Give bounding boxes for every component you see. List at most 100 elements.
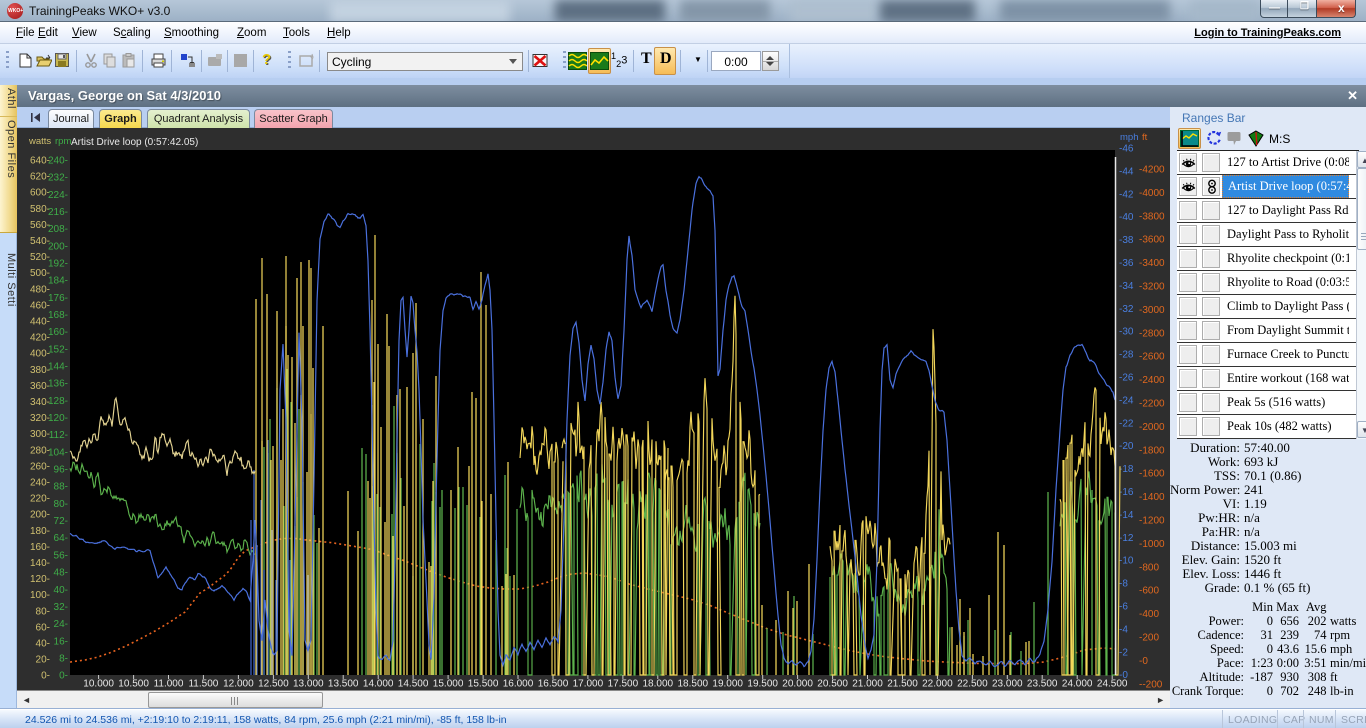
svg-text:22.000: 22.000	[922, 679, 953, 690]
svg-text:120-: 120-	[30, 574, 50, 585]
svg-text:20.000: 20.000	[782, 679, 813, 690]
svg-text:ft: ft	[1142, 132, 1148, 143]
svg-text:mph: mph	[1120, 132, 1138, 143]
svg-text:300-: 300-	[30, 429, 50, 440]
svg-text:184-: 184-	[48, 276, 68, 287]
svg-text:-24: -24	[1119, 395, 1134, 406]
svg-text:15.000: 15.000	[433, 679, 464, 690]
svg-text:208-: 208-	[48, 224, 68, 235]
svg-text:22.500: 22.500	[957, 679, 988, 690]
svg-text:-16: -16	[1119, 487, 1134, 498]
svg-text:168-: 168-	[48, 310, 68, 321]
svg-text:14.000: 14.000	[363, 679, 394, 690]
svg-text:580-: 580-	[30, 204, 50, 215]
svg-text:128-: 128-	[48, 396, 68, 407]
svg-text:-10: -10	[1119, 556, 1134, 567]
svg-text:200-: 200-	[48, 241, 68, 252]
svg-text:13.500: 13.500	[328, 679, 359, 690]
svg-text:40-: 40-	[54, 585, 68, 596]
svg-text:24.000: 24.000	[1062, 679, 1093, 690]
svg-text:0-: 0-	[59, 671, 68, 682]
svg-text:620-: 620-	[30, 172, 50, 183]
svg-text:104-: 104-	[48, 447, 68, 458]
svg-text:0-: 0-	[41, 671, 50, 682]
svg-text:240-: 240-	[48, 156, 68, 167]
svg-text:Artist Drive loop (0:57:42.05): Artist Drive loop (0:57:42.05)	[71, 137, 198, 148]
svg-text:23.000: 23.000	[992, 679, 1023, 690]
svg-text:280-: 280-	[30, 445, 50, 456]
svg-text:20-: 20-	[36, 655, 50, 666]
svg-text:-1800: -1800	[1139, 445, 1165, 456]
svg-text:216-: 216-	[48, 207, 68, 218]
svg-text:-2: -2	[1119, 647, 1128, 658]
svg-text:480-: 480-	[30, 284, 50, 295]
svg-text:240-: 240-	[30, 478, 50, 489]
svg-text:120-: 120-	[48, 413, 68, 424]
svg-text:-3600: -3600	[1139, 235, 1165, 246]
svg-text:rpm: rpm	[55, 136, 71, 147]
svg-text:10.500: 10.500	[118, 679, 149, 690]
svg-text:24.500: 24.500	[1097, 679, 1128, 690]
svg-text:-30: -30	[1119, 327, 1134, 338]
svg-text:-4000: -4000	[1139, 188, 1165, 199]
svg-text:-40: -40	[1119, 212, 1134, 223]
svg-text:14.500: 14.500	[398, 679, 429, 690]
svg-text:232-: 232-	[48, 173, 68, 184]
svg-text:-26: -26	[1119, 373, 1134, 384]
svg-text:-2600: -2600	[1139, 352, 1165, 363]
svg-text:-22: -22	[1119, 418, 1134, 429]
svg-text:-1000: -1000	[1139, 539, 1165, 550]
svg-text:60-: 60-	[36, 622, 50, 633]
svg-text:12.500: 12.500	[258, 679, 289, 690]
svg-text:watts: watts	[28, 136, 51, 147]
svg-text:16-: 16-	[54, 636, 68, 647]
svg-text:420-: 420-	[30, 333, 50, 344]
svg-text:-18: -18	[1119, 464, 1134, 475]
svg-text:220-: 220-	[30, 494, 50, 505]
svg-text:11.000: 11.000	[154, 679, 184, 690]
svg-text:96-: 96-	[54, 465, 68, 476]
svg-text:11.500: 11.500	[188, 679, 218, 690]
svg-text:440-: 440-	[30, 317, 50, 328]
svg-text:-8: -8	[1119, 579, 1128, 590]
svg-text:-3000: -3000	[1139, 305, 1165, 316]
svg-text:340-: 340-	[30, 397, 50, 408]
svg-text:460-: 460-	[30, 300, 50, 311]
svg-text:-38: -38	[1119, 235, 1134, 246]
svg-text:540-: 540-	[30, 236, 50, 247]
svg-text:23.500: 23.500	[1027, 679, 1058, 690]
svg-text:-4200: -4200	[1139, 165, 1165, 176]
svg-text:-2000: -2000	[1139, 422, 1165, 433]
svg-text:520-: 520-	[30, 252, 50, 263]
svg-text:144-: 144-	[48, 362, 68, 373]
svg-text:-2400: -2400	[1139, 375, 1165, 386]
svg-text:-400: -400	[1139, 609, 1159, 620]
svg-text:17.000: 17.000	[573, 679, 604, 690]
svg-text:40-: 40-	[36, 639, 50, 650]
svg-text:400-: 400-	[30, 349, 50, 360]
svg-text:-42: -42	[1119, 189, 1134, 200]
svg-text:12.000: 12.000	[223, 679, 254, 690]
svg-text:17.500: 17.500	[608, 679, 639, 690]
svg-text:-0: -0	[1139, 656, 1148, 667]
svg-text:112-: 112-	[49, 430, 68, 441]
svg-text:-1200: -1200	[1139, 516, 1165, 527]
svg-text:80-: 80-	[54, 499, 68, 510]
svg-text:-32: -32	[1119, 304, 1134, 315]
svg-text:19.000: 19.000	[712, 679, 743, 690]
svg-text:160-: 160-	[48, 327, 68, 338]
svg-text:18.000: 18.000	[643, 679, 674, 690]
svg-text:80-: 80-	[36, 606, 50, 617]
svg-text:21.000: 21.000	[852, 679, 883, 690]
svg-text:-12: -12	[1119, 533, 1134, 544]
svg-text:-3200: -3200	[1139, 282, 1165, 293]
svg-text:-200: -200	[1139, 633, 1159, 644]
svg-text:10.000: 10.000	[83, 679, 114, 690]
svg-text:48-: 48-	[54, 568, 68, 579]
svg-text:192-: 192-	[48, 259, 68, 270]
svg-text:-800: -800	[1139, 562, 1159, 573]
svg-text:-36: -36	[1119, 258, 1134, 269]
svg-text:-6: -6	[1119, 602, 1128, 613]
svg-text:19.500: 19.500	[747, 679, 778, 690]
svg-text:152-: 152-	[48, 344, 68, 355]
